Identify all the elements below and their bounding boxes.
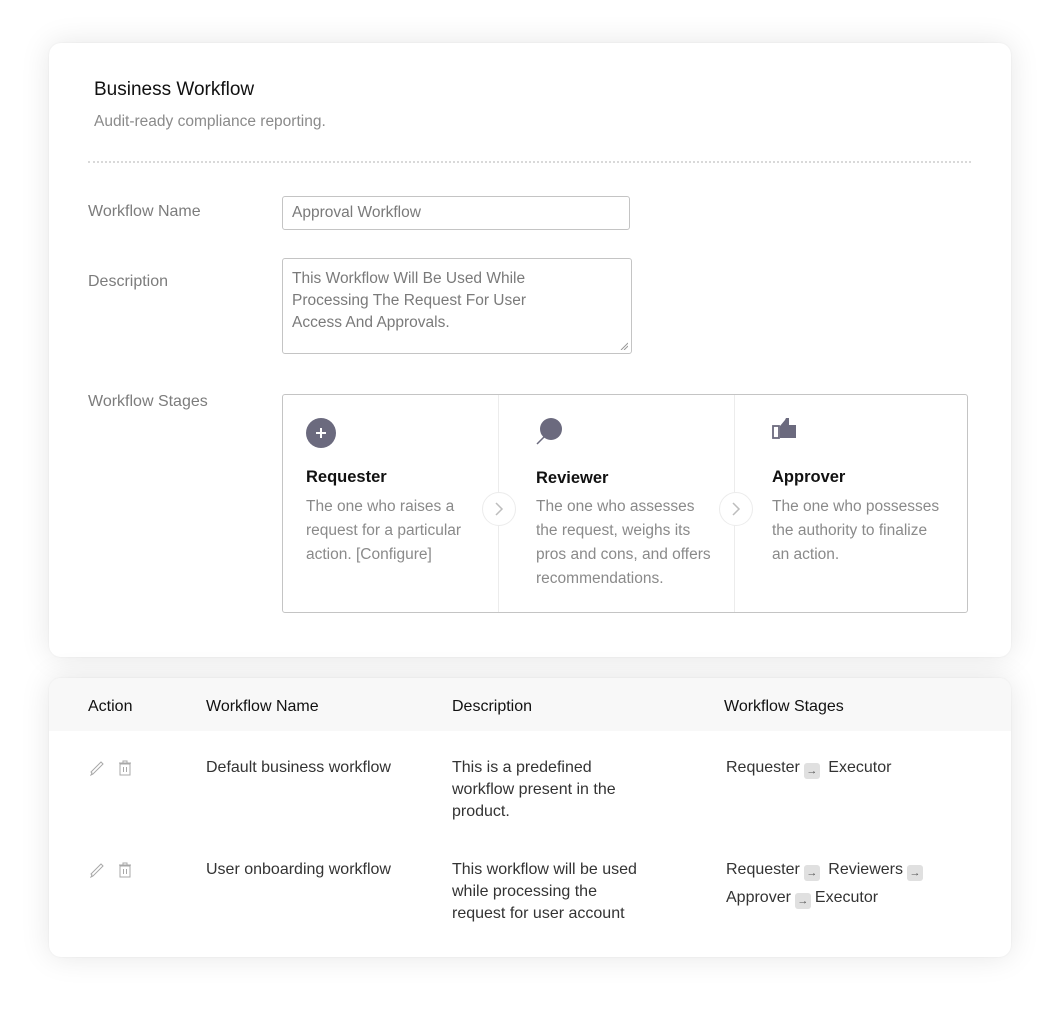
arrow-right-icon: →	[906, 865, 923, 881]
workflow-name-input[interactable]: Approval Workflow	[282, 196, 630, 230]
column-header-action: Action	[88, 698, 133, 715]
stage-name: Requester	[306, 468, 387, 486]
workflow-table-card: Action Workflow Name Description Workflo…	[49, 678, 1011, 957]
row-actions	[89, 760, 133, 776]
stage-requester[interactable]: Requester The one who raises a request f…	[306, 395, 486, 612]
stage-name: Approver	[772, 468, 846, 486]
stage-text: Executor	[814, 889, 879, 906]
stage-description: The one who possesses the authority to f…	[772, 498, 940, 563]
workflow-name-cell[interactable]: User onboarding workflow	[206, 859, 391, 881]
description-cell: This workflow will be used while process…	[452, 861, 637, 922]
description-textarea[interactable]: This Workflow Will Be Used While Process…	[282, 258, 632, 354]
table-header: Action Workflow Name Description Workflo…	[49, 678, 1011, 731]
workflow-stages-panel: Requester The one who raises a request f…	[282, 394, 968, 613]
stage-approver[interactable]: Approver The one who possesses the autho…	[772, 395, 952, 612]
thumbs-up-icon	[772, 418, 796, 439]
description-text: This Workflow Will Be Used While Process…	[292, 270, 527, 331]
workflow-stages-label: Workflow Stages	[88, 393, 208, 410]
page-title: Business Workflow	[94, 79, 255, 100]
column-header-description[interactable]: Description	[452, 698, 532, 716]
stage-text: Executor	[828, 759, 892, 776]
workflow-name-label: Workflow Name	[88, 203, 201, 220]
delete-icon[interactable]	[117, 862, 133, 878]
magnifier-icon	[536, 418, 562, 445]
next-stage-button[interactable]	[719, 492, 753, 526]
resize-grip-icon[interactable]	[620, 342, 628, 350]
edit-icon[interactable]	[89, 862, 105, 878]
chevron-right-icon	[732, 502, 741, 516]
row-actions	[89, 862, 133, 878]
arrow-right-icon: →	[794, 893, 811, 909]
page-subtitle: Audit-ready compliance reporting.	[94, 113, 326, 130]
stage-description: The one who assesses the request, weighs…	[536, 498, 711, 587]
workflow-form-card: Business Workflow Audit-ready compliance…	[49, 43, 1011, 657]
stage-description: The one who raises a request for a parti…	[306, 498, 462, 563]
stages-cell: Requester → Executor	[726, 757, 891, 779]
description-cell: This is a predefined workflow present in…	[452, 759, 616, 820]
plus-circle-icon	[306, 418, 336, 448]
workflow-name-cell[interactable]: Default business workflow	[206, 757, 391, 779]
stage-text: Requester	[726, 759, 800, 776]
next-stage-button[interactable]	[482, 492, 516, 526]
stage-text: Approver	[726, 889, 791, 906]
chevron-right-icon	[495, 502, 504, 516]
arrow-right-icon: →	[803, 865, 820, 881]
stage-name: Reviewer	[536, 469, 609, 487]
column-header-workflow-name[interactable]: Workflow Name	[206, 698, 319, 716]
divider	[88, 161, 971, 163]
stages-cell: Requester → Reviewers → Approver → Executor	[726, 856, 941, 912]
delete-icon[interactable]	[117, 760, 133, 776]
stage-text: Requester	[726, 861, 800, 878]
arrow-right-icon: →	[803, 763, 820, 779]
description-label: Description	[88, 273, 169, 290]
column-header-workflow-stages[interactable]: Workflow Stages	[724, 698, 844, 716]
edit-icon[interactable]	[89, 760, 105, 776]
stage-text: Reviewers	[828, 861, 903, 878]
stage-reviewer[interactable]: Reviewer The one who assesses the reques…	[536, 395, 718, 612]
